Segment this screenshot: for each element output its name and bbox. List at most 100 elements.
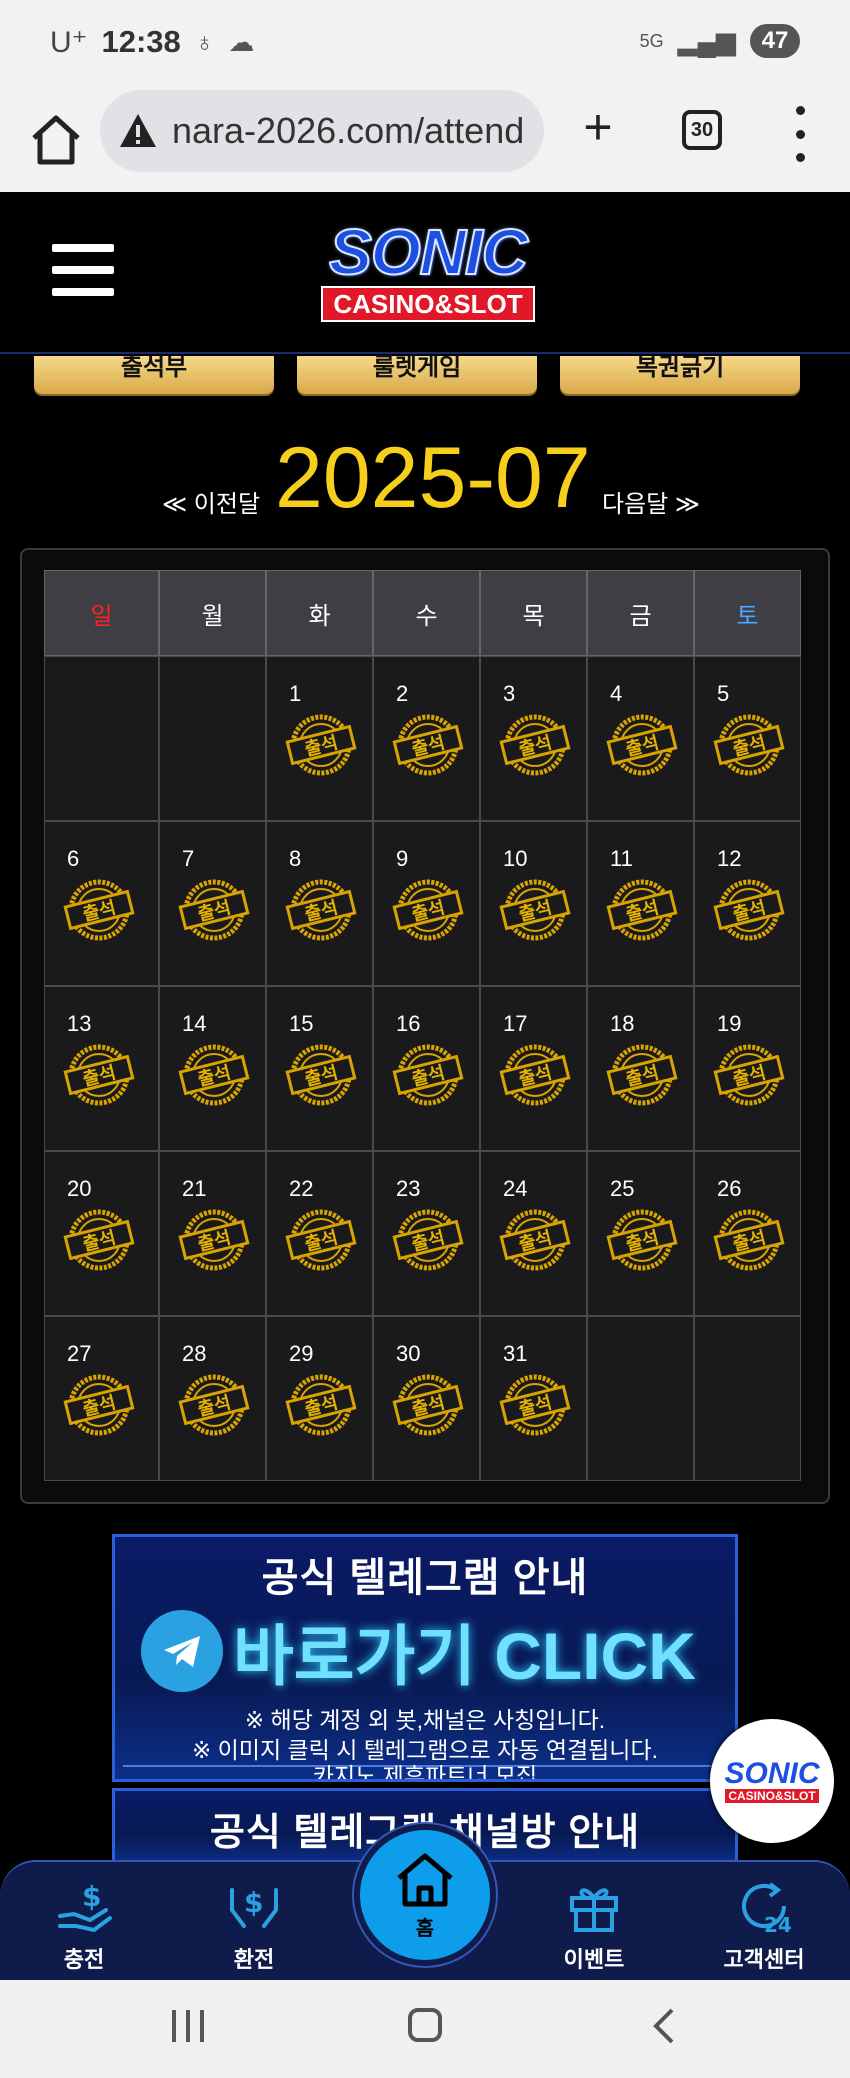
weekday-header-row: 일월화수목금토 bbox=[44, 570, 808, 656]
calendar-day: 30 출석 bbox=[373, 1316, 480, 1481]
calendar-day: 20 출석 bbox=[44, 1151, 159, 1316]
site-logo[interactable]: SONIC CASINO&SLOT bbox=[296, 216, 560, 324]
day-number: 16 bbox=[396, 1011, 421, 1036]
attendance-stamp-icon: 출석 bbox=[713, 879, 785, 941]
warning-icon[interactable] bbox=[118, 111, 158, 151]
nav-support[interactable]: 24 고객센터 bbox=[704, 1876, 824, 1974]
day-number: 22 bbox=[289, 1176, 314, 1201]
hamburger-menu-icon[interactable] bbox=[52, 244, 114, 296]
attendance-stamp-icon: 출석 bbox=[63, 1209, 135, 1271]
attendance-stamp-icon: 출석 bbox=[606, 1044, 678, 1106]
attendance-stamp-icon: 출석 bbox=[392, 714, 464, 776]
calendar-empty-day bbox=[694, 1316, 801, 1481]
day-number: 5 bbox=[717, 681, 730, 706]
day-number: 14 bbox=[182, 1011, 207, 1036]
telegram-banner[interactable]: 공식 텔레그램 안내 바로가기 CLICK ※ 해당 계정 외 봇,채널은 사칭… bbox=[112, 1534, 738, 1782]
calendar-day: 25 출석 bbox=[587, 1151, 694, 1316]
calendar-day: 31 출석 bbox=[480, 1316, 587, 1481]
nav-home-button[interactable]: 홈 bbox=[354, 1824, 496, 1966]
menu-icon[interactable] bbox=[790, 106, 810, 162]
system-home-icon[interactable] bbox=[408, 2008, 442, 2042]
day-number: 10 bbox=[503, 846, 528, 871]
nav-home-label: 홈 bbox=[415, 1917, 435, 1940]
day-number: 26 bbox=[717, 1176, 742, 1201]
svg-text:$: $ bbox=[244, 1886, 263, 1919]
day-number: 12 bbox=[717, 846, 742, 871]
attendance-stamp-icon: 출석 bbox=[606, 1209, 678, 1271]
calendar-day: 22 출석 bbox=[266, 1151, 373, 1316]
tab-attendance[interactable]: 출석부 bbox=[34, 356, 274, 394]
attendance-stamp-icon: 출석 bbox=[285, 1374, 357, 1436]
new-tab-icon[interactable]: + bbox=[575, 98, 621, 156]
cloud-icon: ☁ bbox=[228, 26, 255, 57]
day-number: 9 bbox=[396, 846, 409, 871]
attendance-stamp-icon: 출석 bbox=[178, 879, 250, 941]
attendance-stamp-icon: 출석 bbox=[606, 879, 678, 941]
day-number: 3 bbox=[503, 681, 516, 706]
day-number: 19 bbox=[717, 1011, 742, 1036]
calendar-day: 29 출석 bbox=[266, 1316, 373, 1481]
attendance-stamp-icon: 출석 bbox=[392, 1044, 464, 1106]
day-number: 17 bbox=[503, 1011, 528, 1036]
banner-note: ※ 해당 계정 외 봇,채널은 사칭입니다. bbox=[244, 1707, 606, 1733]
calendar-day: 1 출석 bbox=[266, 656, 373, 821]
calendar-empty-day bbox=[44, 656, 159, 821]
url-text[interactable]: nara-2026.com/attend bbox=[172, 110, 524, 152]
address-bar[interactable]: nara-2026.com/attend bbox=[100, 90, 544, 172]
day-number: 8 bbox=[289, 846, 302, 871]
recents-icon[interactable] bbox=[172, 2010, 204, 2042]
attendance-stamp-icon: 출석 bbox=[285, 879, 357, 941]
calendar-day: 14 출석 bbox=[159, 986, 266, 1151]
weekday-header: 목 bbox=[480, 570, 587, 656]
tab-roulette[interactable]: 룰렛게임 bbox=[297, 356, 537, 394]
day-number: 24 bbox=[503, 1176, 528, 1201]
attendance-stamp-icon: 출석 bbox=[713, 1209, 785, 1271]
calendar-day: 8 출석 bbox=[266, 821, 373, 986]
home-icon[interactable] bbox=[26, 110, 86, 170]
calendar-day: 17 출석 bbox=[480, 986, 587, 1151]
logo-title: SONIC bbox=[328, 216, 529, 288]
nav-deposit[interactable]: $ 충전 bbox=[24, 1876, 144, 1974]
calendar-day: 16 출석 bbox=[373, 986, 480, 1151]
calendar-week-row: 27 출석 28 출석 29 출석 30 출석 31 출석 bbox=[44, 1316, 808, 1481]
day-number: 28 bbox=[182, 1341, 207, 1366]
attendance-stamp-icon: 출석 bbox=[713, 714, 785, 776]
nav-withdraw[interactable]: $ 환전 bbox=[194, 1876, 314, 1974]
telegram-cta: 바로가기 CLICK bbox=[233, 1619, 696, 1693]
telegram-icon bbox=[141, 1610, 223, 1692]
telegram-banner-title: 공식 텔레그램 안내 bbox=[261, 1556, 589, 1600]
carrier-label: U⁺ bbox=[50, 25, 88, 59]
attendance-stamp-icon: 출석 bbox=[63, 1374, 135, 1436]
attendance-stamp-icon: 출석 bbox=[499, 1044, 571, 1106]
attendance-stamp-icon: 출석 bbox=[63, 879, 135, 941]
calendar-day: 18 출석 bbox=[587, 986, 694, 1151]
day-number: 2 bbox=[396, 681, 409, 706]
calendar-day: 12 출석 bbox=[694, 821, 801, 986]
nav-event[interactable]: 이벤트 bbox=[534, 1876, 654, 1974]
weekday-header: 금 bbox=[587, 570, 694, 656]
attendance-stamp-icon: 출석 bbox=[499, 714, 571, 776]
calendar-day: 4 출석 bbox=[587, 656, 694, 821]
day-number: 15 bbox=[289, 1011, 314, 1036]
day-number: 23 bbox=[396, 1176, 421, 1201]
calendar-week-row: 20 출석 21 출석 22 출석 23 출석 24 출석 25 출석 26 출석 bbox=[44, 1151, 808, 1316]
svg-text:$: $ bbox=[82, 1880, 101, 1913]
next-month-link[interactable]: 다음달 ≫ bbox=[602, 484, 700, 519]
tab-switcher-button[interactable]: 30 bbox=[682, 110, 722, 150]
attendance-stamp-icon: 출석 bbox=[392, 1209, 464, 1271]
site-header: SONIC CASINO&SLOT bbox=[0, 192, 850, 354]
browser-toolbar: nara-2026.com/attend + 30 bbox=[0, 88, 850, 192]
month-navigation: ≪ 이전달 2025-07 다음달 ≫ bbox=[0, 430, 850, 530]
fab-logo-title: SONIC bbox=[724, 1757, 820, 1790]
attendance-stamp-icon: 출석 bbox=[285, 1044, 357, 1106]
calendar-week-row: 1 출석 2 출석 3 출석 4 출석 5 출석 bbox=[44, 656, 808, 821]
floating-logo-button[interactable]: SONIC CASINO&SLOT bbox=[710, 1719, 834, 1843]
back-icon[interactable] bbox=[650, 2006, 678, 2046]
day-number: 27 bbox=[67, 1341, 92, 1366]
attendance-stamp-icon: 출석 bbox=[499, 1374, 571, 1436]
prev-month-link[interactable]: ≪ 이전달 bbox=[162, 484, 260, 519]
calendar-grid: 일 월 화 수 목 금 토 1 출석 2 출석 3 출석 4 출석 5 출석 6 출석 7 출석 8 출석 9 출석 10 출석 11… bbox=[44, 570, 808, 1481]
tab-scratch-lottery[interactable]: 복권긁기 bbox=[560, 356, 800, 394]
calendar-day: 19 출석 bbox=[694, 986, 801, 1151]
calendar-day: 5 출석 bbox=[694, 656, 801, 821]
